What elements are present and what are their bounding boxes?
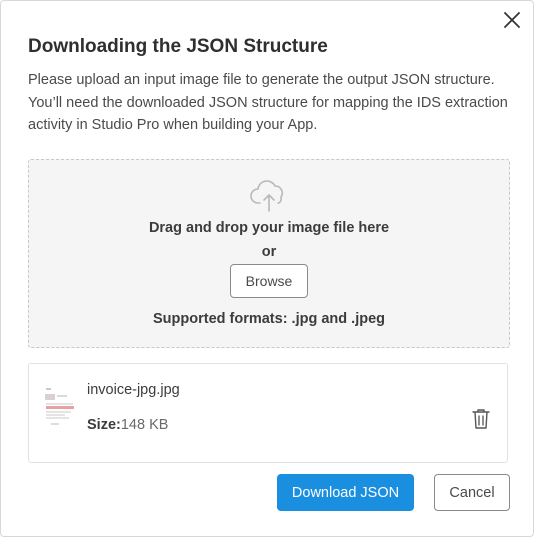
drag-drop-text: Drag and drop your image file here	[148, 220, 390, 236]
trash-icon[interactable]	[471, 408, 491, 430]
file-name: invoice-jpg.jpg	[87, 382, 180, 398]
dialog-description: Please upload an input image file to gen…	[28, 72, 508, 133]
supported-formats-text: Supported formats: .jpg and .jpeg	[153, 311, 385, 327]
browse-button[interactable]: Browse	[230, 264, 308, 298]
file-dropzone[interactable]: Drag and drop your image file here or Br…	[28, 159, 510, 348]
document-thumbnail-icon	[43, 384, 77, 432]
file-size: Size:148 KB	[87, 417, 168, 433]
download-json-dialog: Downloading the JSON Structure Please up…	[0, 0, 534, 537]
file-size-value: 148 KB	[120, 417, 169, 433]
dialog-title: Downloading the JSON Structure	[28, 36, 328, 57]
uploaded-file-card: invoice-jpg.jpg Size:148 KB	[28, 363, 508, 463]
download-json-button[interactable]: Download JSON	[277, 474, 414, 511]
file-size-label: Size:	[87, 417, 121, 433]
close-icon[interactable]	[501, 9, 523, 31]
cancel-button[interactable]: Cancel	[434, 474, 510, 511]
or-text: or	[261, 244, 277, 260]
cloud-upload-icon	[250, 180, 284, 212]
